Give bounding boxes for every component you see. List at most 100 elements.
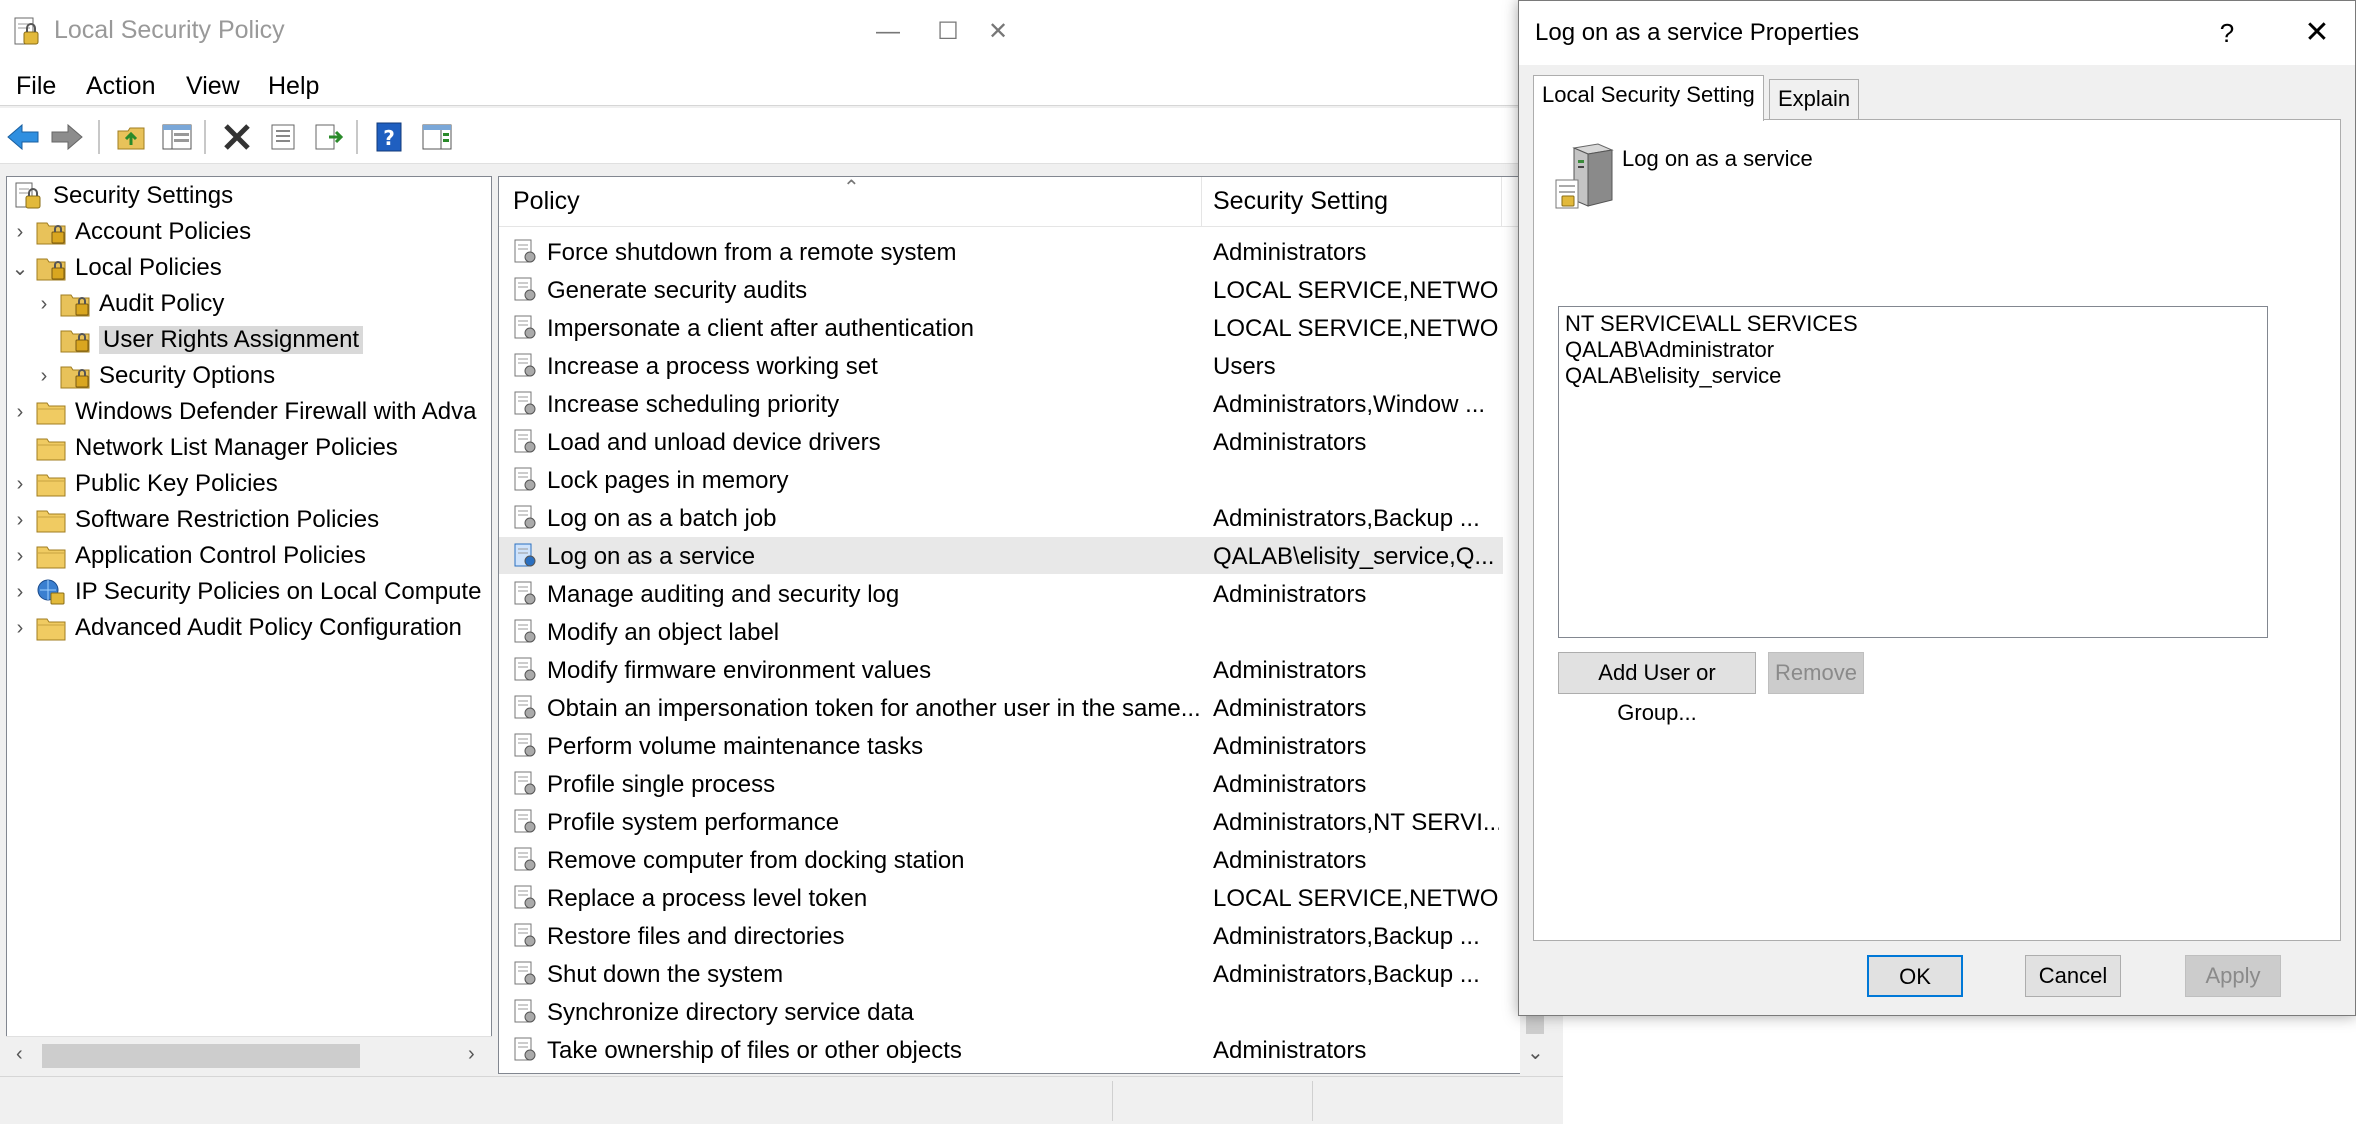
expand-chevron-icon[interactable]: › <box>7 473 35 496</box>
tree-item-windows-defender-firewall-with-adva[interactable]: › Windows Defender Firewall with Adva <box>7 395 477 429</box>
apply-button[interactable]: Apply <box>2185 955 2281 997</box>
scroll-left-icon[interactable]: ‹ <box>16 1043 23 1066</box>
tree-item-public-key-policies[interactable]: › Public Key Policies <box>7 467 278 501</box>
remove-button[interactable]: Remove <box>1768 652 1864 694</box>
policy-name: Impersonate a client after authenticatio… <box>547 315 974 342</box>
table-row[interactable]: Force shutdown from a remote system Admin… <box>499 233 1503 270</box>
show-hide-tree-icon[interactable] <box>158 118 196 156</box>
expand-chevron-icon[interactable]: › <box>29 365 59 388</box>
column-header-security-setting[interactable]: Security Setting <box>1213 187 1388 216</box>
policy-icon <box>513 619 537 645</box>
table-row[interactable]: Increase a process working set Users <box>499 347 1503 384</box>
svg-text:?: ? <box>383 126 395 150</box>
table-row[interactable]: Modify firmware environment values Admini… <box>499 651 1503 688</box>
expand-chevron-icon[interactable]: › <box>29 293 59 316</box>
menu-action[interactable]: Action <box>84 70 157 103</box>
table-row[interactable]: Take ownership of files or other objects… <box>499 1031 1503 1068</box>
policy-name: Restore files and directories <box>547 923 845 950</box>
tree-item-ip-security-policies-on-local-compute[interactable]: › IP Security Policies on Local Compute <box>7 575 482 609</box>
table-row[interactable]: Increase scheduling priority Administrato… <box>499 385 1503 422</box>
locked-folder-icon <box>59 361 91 391</box>
cancel-button[interactable]: Cancel <box>2025 955 2121 997</box>
table-row[interactable]: Log on as a service QALAB\elisity_service… <box>499 537 1503 574</box>
table-row[interactable]: Impersonate a client after authenticatio… <box>499 309 1503 346</box>
properties-icon[interactable] <box>264 118 302 156</box>
add-user-or-group-button[interactable]: Add User or Group... <box>1558 652 1756 725</box>
minimize-button[interactable]: — <box>858 10 918 54</box>
tree-item-local-policies[interactable]: ⌄ Local Policies <box>7 251 222 285</box>
collapse-chevron-icon[interactable]: ⌄ <box>7 256 35 281</box>
table-row[interactable]: Replace a process level token LOCAL SERVI… <box>499 879 1503 916</box>
table-row[interactable]: Profile single process Administrators <box>499 765 1503 802</box>
expand-chevron-icon[interactable]: › <box>7 401 35 424</box>
sort-ascending-icon: ⌃ <box>843 177 860 199</box>
menu-view[interactable]: View <box>184 70 242 103</box>
menu-help[interactable]: Help <box>266 70 321 103</box>
forward-arrow-icon[interactable] <box>48 118 86 156</box>
table-row[interactable]: Modify an object label <box>499 613 1503 650</box>
delete-icon[interactable] <box>218 118 256 156</box>
help-icon[interactable]: ? <box>370 118 408 156</box>
expand-chevron-icon[interactable]: › <box>7 545 35 568</box>
table-row[interactable]: Manage auditing and security log Administ… <box>499 575 1503 612</box>
folder-icon <box>35 613 67 643</box>
table-row[interactable]: Load and unload device drivers Administra… <box>499 423 1503 460</box>
security-setting-value: Administrators,NT SERVI... <box>1213 809 1499 836</box>
column-header-policy[interactable]: Policy <box>513 187 580 216</box>
export-list-icon[interactable] <box>310 118 348 156</box>
tree-horizontal-scrollbar[interactable]: ‹ › <box>6 1036 492 1074</box>
table-row[interactable]: Log on as a batch job Administrators,Back… <box>499 499 1503 536</box>
scrollbar-thumb[interactable] <box>42 1044 360 1068</box>
tab-explain[interactable]: Explain <box>1769 79 1860 119</box>
tree-item-audit-policy[interactable]: › Audit Policy <box>29 287 225 321</box>
tree-item-application-control-policies[interactable]: › Application Control Policies <box>7 539 366 573</box>
policy-name-label: Log on as a service <box>1622 146 1813 171</box>
tree-item-advanced-audit-policy-configuration[interactable]: › Advanced Audit Policy Configuration <box>7 611 462 645</box>
up-folder-icon[interactable] <box>112 118 150 156</box>
local-security-setting-panel: Log on as a service NT SERVICE\ALL SERVI… <box>1533 119 2341 941</box>
policy-name: Log on as a service <box>547 543 756 570</box>
policy-name: Profile system performance <box>547 809 840 836</box>
table-row[interactable]: Synchronize directory service data <box>499 993 1503 1030</box>
maximize-button[interactable]: ☐ <box>918 10 978 54</box>
expand-chevron-icon[interactable]: › <box>7 509 35 532</box>
member-item[interactable]: NT SERVICE\ALL SERVICES <box>1565 311 2261 337</box>
table-row[interactable]: Remove computer from docking station Admi… <box>499 841 1503 878</box>
expand-chevron-icon[interactable]: › <box>7 617 35 640</box>
table-row[interactable]: Generate security audits LOCAL SERVICE,NE… <box>499 271 1503 308</box>
tree-item-security-options[interactable]: › Security Options <box>29 359 275 393</box>
window-title: Local Security Policy <box>54 16 285 44</box>
members-listbox[interactable]: NT SERVICE\ALL SERVICES QALAB\Administra… <box>1558 306 2268 638</box>
tree-item-security-settings[interactable]: Security Settings <box>9 179 233 213</box>
scroll-right-icon[interactable]: › <box>468 1043 475 1066</box>
column-divider[interactable] <box>1501 177 1502 227</box>
back-arrow-icon[interactable] <box>4 118 42 156</box>
dialog-close-button[interactable]: ✕ <box>2289 11 2345 55</box>
close-button[interactable]: ✕ <box>980 10 1016 54</box>
table-row[interactable]: Obtain an impersonation token for anothe… <box>499 689 1503 726</box>
member-item[interactable]: QALAB\Administrator <box>1565 337 2261 363</box>
table-row[interactable]: Profile system performance Administrators… <box>499 803 1503 840</box>
table-row[interactable]: Lock pages in memory <box>499 461 1503 498</box>
table-row[interactable]: Shut down the system Administrators,Backu… <box>499 955 1503 992</box>
policy-icon <box>513 695 537 721</box>
table-row[interactable]: Restore files and directories Administrat… <box>499 917 1503 954</box>
tree-item-account-policies[interactable]: › Account Policies <box>7 215 251 249</box>
member-item[interactable]: QALAB\elisity_service <box>1565 363 2261 389</box>
security-setting-value: Administrators <box>1213 733 1367 760</box>
expand-chevron-icon[interactable]: › <box>7 581 35 604</box>
tree-item-user-rights-assignment[interactable]: User Rights Assignment <box>29 323 364 357</box>
tab-local-security-setting[interactable]: Local Security Setting <box>1533 75 1764 121</box>
ok-button[interactable]: OK <box>1867 955 1963 997</box>
folder-icon <box>35 469 67 499</box>
expand-chevron-icon[interactable]: › <box>7 221 35 244</box>
scroll-down-icon[interactable]: ⌄ <box>1527 1040 1544 1065</box>
column-divider[interactable] <box>1201 177 1202 227</box>
menu-file[interactable]: File <box>14 70 58 103</box>
help-button[interactable]: ? <box>2205 13 2249 53</box>
tree-item-network-list-manager-policies[interactable]: Network List Manager Policies <box>7 431 398 465</box>
table-row[interactable]: Perform volume maintenance tasks Administ… <box>499 727 1503 764</box>
action-pane-icon[interactable] <box>418 118 456 156</box>
tree-item-software-restriction-policies[interactable]: › Software Restriction Policies <box>7 503 379 537</box>
policy-icon <box>513 391 537 417</box>
